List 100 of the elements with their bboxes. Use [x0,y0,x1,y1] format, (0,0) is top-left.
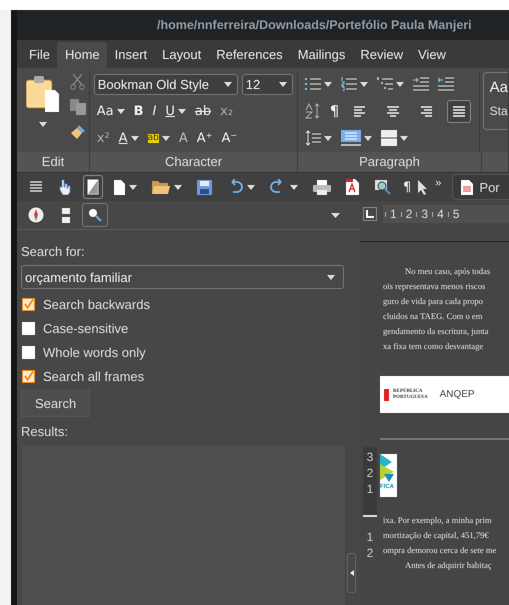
menu-tab[interactable]: File [21,42,57,68]
flag-emblem-icon [384,388,389,400]
dropdown-arrow-icon[interactable] [327,274,335,280]
increase-indent-icon[interactable] [412,77,429,91]
case-button[interactable]: Aa [96,104,114,118]
lines-icon[interactable] [29,180,43,194]
dropdown-arrow-icon[interactable] [331,212,340,218]
search-button[interactable]: Search [21,390,90,417]
dropdown-arrow-icon[interactable] [224,82,232,86]
font-size-combo[interactable]: 12 [242,74,293,94]
dropdown-arrow-icon[interactable] [400,136,408,140]
dropdown-arrow-icon[interactable] [116,108,125,114]
pdf-document-icon[interactable] [346,179,359,195]
clipboard-paste-icon[interactable] [26,76,60,112]
diamond-logo-icon [380,454,397,484]
dropdown-arrow-icon[interactable] [324,82,332,86]
document-text-line: ompra demorou cerca de sete me [383,544,498,557]
ruler-number: 1 [366,483,374,496]
paragraph-background-icon[interactable] [340,130,361,146]
scissors-icon[interactable] [70,74,85,90]
sort-icon[interactable] [304,103,321,119]
borders-icon[interactable] [380,130,397,146]
pointer-icon[interactable] [418,180,428,194]
bullet-list-icon[interactable] [304,77,321,91]
alignment-button[interactable] [447,100,472,122]
dropdown-arrow-icon[interactable] [396,82,404,86]
dropdown-arrow-icon[interactable] [39,122,47,127]
ruler-number: 1 [366,531,374,544]
ruler-number: 3 [421,207,428,221]
superscript-button[interactable]: x² [96,132,110,144]
bold-button[interactable]: B [134,104,144,118]
dropdown-arrow-icon[interactable] [129,184,137,190]
checkbox[interactable] [22,322,35,334]
menu-tab[interactable]: Review [352,42,410,68]
font-name-combo[interactable]: Bookman Old Style [94,74,238,94]
tab-stop-button[interactable] [363,207,377,221]
dropdown-arrow-icon[interactable] [247,184,255,190]
collapse-handle[interactable] [347,553,356,593]
document-text-line: xa fixa tem como desvantage [383,340,484,353]
dropdown-arrow-icon[interactable] [162,136,170,140]
underline-button[interactable]: U [165,104,175,118]
menu-tab[interactable]: View [410,42,453,68]
new-document-icon[interactable] [114,180,125,194]
align-justify-icon [452,104,466,118]
numbered-list-icon[interactable] [340,77,357,91]
checkbox[interactable] [22,370,35,382]
italic-button[interactable]: I [152,104,156,118]
dropdown-arrow-icon[interactable] [290,184,298,190]
logo-text: ANQEP [440,389,475,400]
dropdown-arrow-icon[interactable] [364,136,372,140]
document-text-line: ois representava menos riscos [383,280,486,293]
formatting-marks-button[interactable]: ¶ [403,180,412,194]
formatting-marks-button[interactable]: ¶ [330,104,340,118]
ruler-number: 2 [406,207,412,221]
grow-button[interactable]: A⁺ [196,132,212,144]
style-preview: Aa [490,79,508,96]
copy-icon[interactable] [70,99,86,115]
dropdown-arrow-icon[interactable] [178,108,186,114]
highlight-button[interactable]: ab [148,134,159,142]
printer-icon[interactable] [313,180,331,194]
dropdown-arrow-icon[interactable] [278,82,287,86]
checkbox[interactable] [22,346,35,358]
hand-pointer-icon[interactable] [58,179,72,195]
outline-list-icon[interactable] [376,77,393,91]
magnifier-page-icon[interactable] [374,179,392,195]
dropdown-arrow-icon[interactable] [360,82,368,86]
menu-tab[interactable]: Home [56,42,107,68]
folder-icon[interactable] [152,180,170,194]
two-blocks-icon[interactable] [62,208,70,222]
compass-icon[interactable] [28,207,44,223]
dropdown-arrow-icon[interactable] [130,136,139,140]
ruler-number: 1 [390,207,397,221]
fontcolor-button[interactable]: A [118,132,128,144]
strike-button[interactable]: ab [194,104,212,118]
decrease-indent-icon[interactable] [438,77,454,91]
document-icon [461,180,474,194]
search-icon[interactable] [88,208,102,222]
subscript-button[interactable]: x₂ [220,104,234,118]
document-text-line: ixa. Por exemplo, a minha prim [383,514,493,527]
document-tab[interactable]: Por [452,174,509,200]
document-text-line: Antes de adquirir habitaç [404,559,493,572]
align-center-icon [386,104,400,118]
shrink-button[interactable]: A⁻ [221,132,238,144]
menu-tab[interactable]: References [208,42,290,68]
menu-tab[interactable]: Layout [154,42,208,68]
more-button[interactable]: » [435,177,442,189]
page-icon[interactable] [87,179,99,195]
styles-gallery[interactable]: Aa Sta [482,72,508,130]
dropdown-arrow-icon[interactable] [324,136,332,140]
search-field[interactable]: orçamento familiar [21,265,344,289]
line-spacing-icon[interactable] [304,130,321,146]
menu-tab[interactable]: Insert [106,42,154,68]
align-right-icon [419,104,434,118]
checkbox[interactable] [22,298,35,310]
window-title: /home/nnferreira/Downloads/Portefólio Paula Manjeri [157,18,472,32]
paintbrush-icon[interactable] [70,124,86,140]
clear-button[interactable]: A [178,132,188,144]
ruler-number: 2 [366,467,374,480]
dropdown-arrow-icon[interactable] [174,184,182,190]
menu-tab[interactable]: Mailings [290,42,352,68]
